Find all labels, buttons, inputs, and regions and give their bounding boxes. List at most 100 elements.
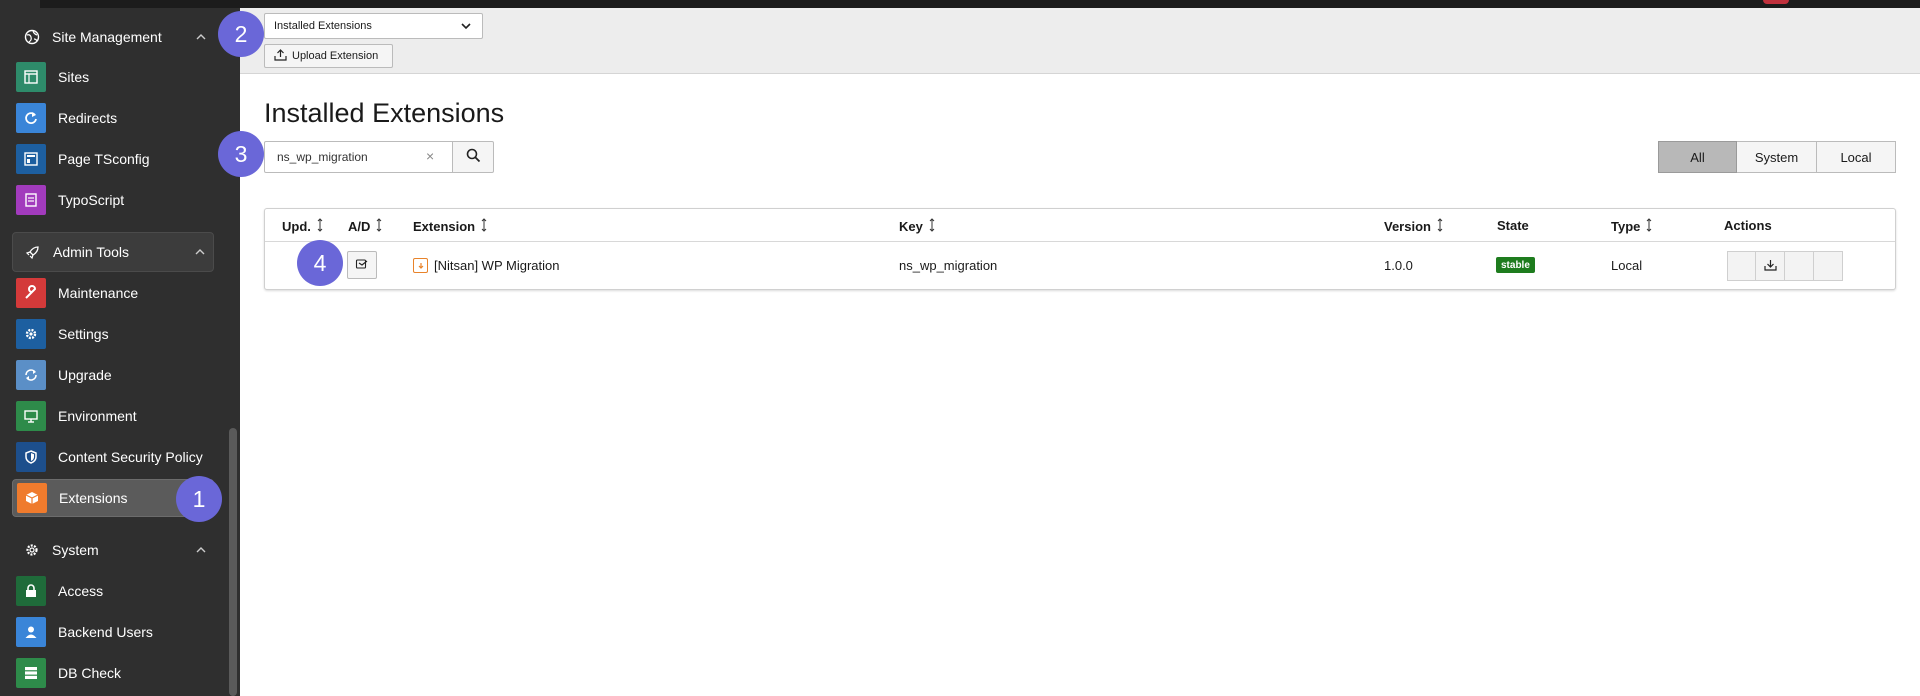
column-label: State: [1497, 218, 1529, 233]
chevron-up-icon[interactable]: [188, 547, 214, 553]
upload-label: Upload Extension: [292, 50, 379, 62]
sidebar-item-label: Extensions: [59, 490, 128, 506]
sidebar-item-page-tsconfig[interactable]: Page TSconfig: [12, 140, 214, 178]
sidebar-item-label: Backend Users: [58, 624, 153, 640]
group-site-management[interactable]: Site Management: [12, 17, 214, 57]
sidebar-item-label: Redirects: [58, 110, 118, 126]
shield-icon: [16, 442, 46, 472]
download-icon: [1763, 258, 1777, 274]
extension-icon: [413, 258, 428, 273]
search-button[interactable]: [453, 141, 494, 173]
action-button-empty[interactable]: [1785, 251, 1814, 281]
topbar: [240, 0, 1920, 8]
step-marker: 1: [176, 476, 222, 522]
group-label: Admin Tools: [53, 244, 130, 260]
sidebar-item-label: DB Check: [58, 665, 122, 681]
sidebar-item-label: Sites: [58, 69, 90, 85]
column-label: Type: [1611, 219, 1641, 234]
sidebar-item-environment[interactable]: Environment: [12, 397, 214, 435]
sidebar-item-label: Page TSconfig: [58, 151, 150, 167]
column-label: Key: [899, 219, 923, 234]
sidebar-item-label: Environment: [58, 408, 137, 424]
group-system[interactable]: System: [12, 530, 214, 570]
filter-local-button[interactable]: Local: [1817, 141, 1896, 173]
column-label: A/D: [348, 219, 371, 234]
sidebar-item-maintenance[interactable]: Maintenance: [12, 274, 214, 312]
chevron-down-icon: [460, 20, 472, 35]
sidebar-item-access[interactable]: Access: [12, 572, 214, 610]
column-label: Version: [1384, 219, 1431, 234]
chevron-up-icon[interactable]: [188, 34, 214, 40]
clear-icon[interactable]: ×: [426, 149, 440, 163]
toggle-extension-icon: [355, 257, 369, 273]
group-admin-tools[interactable]: Admin Tools: [12, 232, 214, 272]
column-ad[interactable]: A/D: [348, 218, 382, 235]
sidebar-item-backend-users[interactable]: Backend Users: [12, 613, 214, 651]
select-value: Installed Extensions: [274, 20, 372, 32]
group-label: System: [52, 542, 99, 558]
search-input[interactable]: [264, 141, 453, 173]
column-key[interactable]: Key: [899, 218, 935, 235]
sidebar-item-db-check[interactable]: DB Check: [12, 654, 214, 692]
filter-system-button[interactable]: System: [1737, 141, 1817, 173]
table-row: [Nitsan] WP Migration ns_wp_migration 1.…: [265, 243, 1895, 289]
sort-icon: [1646, 218, 1652, 235]
column-type[interactable]: Type: [1611, 218, 1652, 235]
column-extension[interactable]: Extension: [413, 218, 487, 235]
column-label: Extension: [413, 219, 476, 234]
upload-extension-button[interactable]: Upload Extension: [264, 44, 393, 68]
extension-type: Local: [1611, 258, 1643, 273]
box-icon: [17, 483, 47, 513]
database-icon: [16, 658, 46, 688]
sort-icon: [481, 218, 487, 235]
download-button[interactable]: [1756, 251, 1785, 281]
module-menu-select[interactable]: Installed Extensions: [264, 13, 483, 39]
sidebar-item-settings[interactable]: Settings: [12, 315, 214, 353]
sidebar-topbar: [40, 0, 240, 8]
column-upd[interactable]: Upd.: [282, 218, 323, 235]
deactivate-button[interactable]: [347, 251, 377, 279]
sidebar-item-label: Settings: [58, 326, 109, 342]
action-button-empty[interactable]: [1814, 251, 1843, 281]
extension-key: ns_wp_migration: [899, 258, 998, 273]
sidebar-item-label: Access: [58, 583, 104, 599]
rocket-icon: [13, 244, 53, 260]
column-actions: Actions: [1724, 218, 1772, 233]
filter-all-button[interactable]: All: [1658, 141, 1737, 173]
gear-icon: [12, 542, 52, 558]
page-title: Installed Extensions: [264, 98, 505, 128]
sort-icon: [1437, 218, 1443, 235]
sidebar-item-label: TypoScript: [58, 192, 125, 208]
monitor-icon: [16, 401, 46, 431]
page-tsconfig-icon: [16, 144, 46, 174]
lock-icon: [16, 576, 46, 606]
column-version[interactable]: Version: [1384, 218, 1443, 235]
chevron-up-icon[interactable]: [187, 249, 213, 255]
search-icon: [466, 148, 481, 166]
module-sidebar: Site Management Sites Redirects Page TSc…: [0, 0, 240, 696]
sites-icon: [16, 62, 46, 92]
sidebar-item-sites[interactable]: Sites: [12, 58, 214, 96]
extensions-table: Upd. A/D Extension Key Version State Typ…: [264, 208, 1896, 290]
extension-title[interactable]: [Nitsan] WP Migration: [434, 258, 559, 273]
notification-badge[interactable]: [1763, 0, 1789, 4]
sidebar-item-label: Maintenance: [58, 285, 139, 301]
globe-icon: [12, 29, 52, 45]
column-label: Upd.: [282, 219, 311, 234]
sidebar-scrollbar[interactable]: [229, 428, 237, 696]
sidebar-item-upgrade[interactable]: Upgrade: [12, 356, 214, 394]
user-icon: [16, 617, 46, 647]
extension-version: 1.0.0: [1384, 258, 1413, 273]
state-badge: stable: [1496, 257, 1535, 273]
action-button-empty[interactable]: [1727, 251, 1756, 281]
sidebar-item-content-security-policy[interactable]: Content Security Policy: [12, 438, 214, 476]
sidebar-item-redirects[interactable]: Redirects: [12, 99, 214, 137]
doc-header: Installed Extensions Upload Extension: [240, 8, 1920, 74]
type-filter: All System Local: [1658, 141, 1896, 173]
sidebar-item-typoscript[interactable]: TypoScript: [12, 181, 214, 219]
sidebar-item-label: Upgrade: [58, 367, 112, 383]
gear-icon: [16, 319, 46, 349]
redirect-icon: [16, 103, 46, 133]
group-label: Site Management: [52, 29, 162, 45]
sort-icon: [376, 218, 382, 235]
